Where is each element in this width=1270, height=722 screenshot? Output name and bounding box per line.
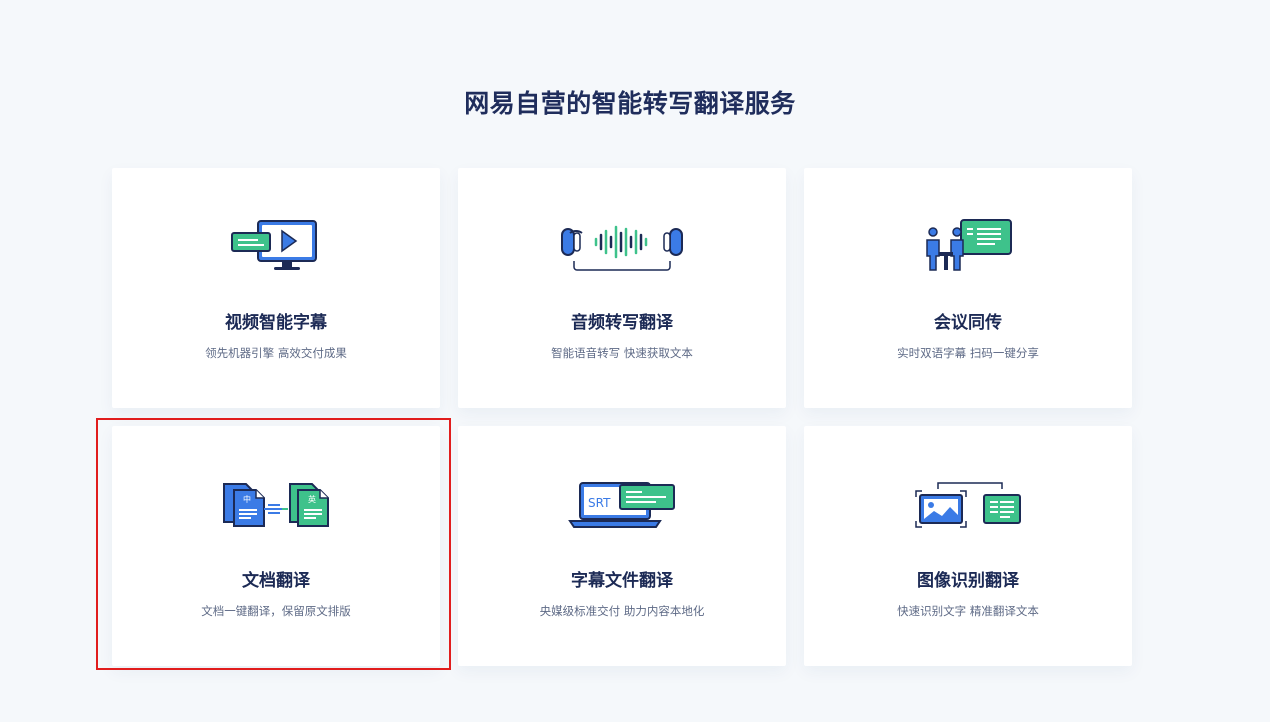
image-recognition-icon <box>804 470 1132 540</box>
meeting-interpretation-icon <box>804 212 1132 282</box>
card-document-translation[interactable]: 中 英 文档翻译 文档一键翻译，保留原文排版 <box>112 426 440 666</box>
audio-wave-icon <box>458 212 786 282</box>
english-char-label: 英 <box>308 494 316 504</box>
card-title: 视频智能字幕 <box>225 313 327 333</box>
card-title: 字幕文件翻译 <box>571 571 673 591</box>
card-title: 图像识别翻译 <box>917 571 1019 591</box>
srt-laptop-icon: SRT <box>458 470 786 540</box>
document-translate-icon: 中 英 <box>112 470 440 540</box>
page-title: 网易自营的智能转写翻译服务 <box>464 89 796 118</box>
card-description: 领先机器引擎 高效交付成果 <box>205 346 347 360</box>
card-meeting-interpretation[interactable]: 会议同传 实时双语字幕 扫码一键分享 <box>804 168 1132 408</box>
card-description: 智能语音转写 快速获取文本 <box>551 346 693 360</box>
card-image-recognition-translation[interactable]: 图像识别翻译 快速识别文字 精准翻译文本 <box>804 426 1132 666</box>
card-description: 文档一键翻译，保留原文排版 <box>201 604 351 618</box>
page: 网易自营的智能转写翻译服务 视频智能字幕 领先机器引擎 高效交付成果 音频转写翻… <box>0 0 1270 722</box>
card-description: 实时双语字幕 扫码一键分享 <box>897 346 1039 360</box>
video-subtitle-icon <box>112 212 440 282</box>
card-video-subtitles[interactable]: 视频智能字幕 领先机器引擎 高效交付成果 <box>112 168 440 408</box>
card-subtitle-file-translation[interactable]: SRT 字幕文件翻译 央媒级标准交付 助力内容本地化 <box>458 426 786 666</box>
card-audio-transcription[interactable]: 音频转写翻译 智能语音转写 快速获取文本 <box>458 168 786 408</box>
card-title: 文档翻译 <box>242 571 310 591</box>
card-description: 央媒级标准交付 助力内容本地化 <box>539 604 705 618</box>
card-description: 快速识别文字 精准翻译文本 <box>897 604 1039 618</box>
card-title: 音频转写翻译 <box>571 313 673 333</box>
chinese-char-label: 中 <box>243 494 251 504</box>
srt-label: SRT <box>588 496 611 510</box>
card-title: 会议同传 <box>934 313 1002 333</box>
